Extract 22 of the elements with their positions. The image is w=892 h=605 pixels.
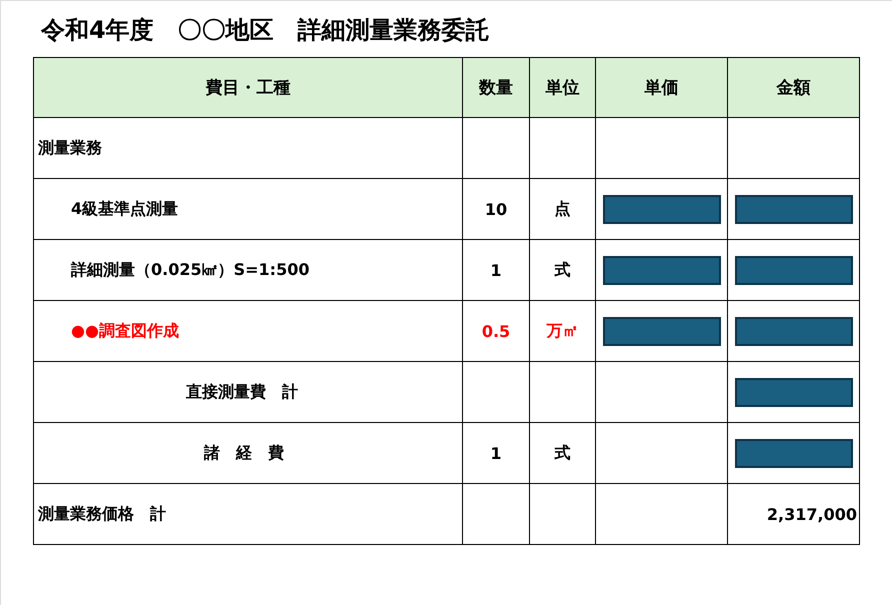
- unit: 式: [554, 442, 570, 464]
- item-name: 測量業務価格 計: [37, 504, 166, 524]
- amount: 2,317,000: [766, 504, 858, 524]
- quantity: 0.5: [482, 322, 510, 340]
- item-name: 詳細測量（0.025㎢）S=1:500: [70, 260, 310, 280]
- quantity: 10: [484, 200, 508, 218]
- item-name: 直接測量費 計: [185, 382, 298, 402]
- item-name: 諸 経 費: [202, 442, 284, 464]
- column-header: 単位: [530, 58, 596, 118]
- document-title: 令和4年度 〇〇地区 詳細測量業務委託: [41, 15, 491, 46]
- column-header: 費目・工種: [34, 58, 462, 118]
- quantity: 1: [490, 444, 502, 462]
- unit: 点: [554, 198, 570, 220]
- column-header: 単価: [596, 58, 728, 118]
- item-name: ●●調査図作成: [70, 320, 179, 342]
- unit: 万㎡: [546, 320, 578, 342]
- column-header: 数量: [462, 58, 530, 118]
- item-name: 測量業務: [37, 138, 102, 158]
- unit: 式: [554, 260, 570, 280]
- quantity: 1: [490, 260, 502, 280]
- item-name: 4級基準点測量: [70, 198, 178, 220]
- column-header: 金額: [728, 58, 860, 118]
